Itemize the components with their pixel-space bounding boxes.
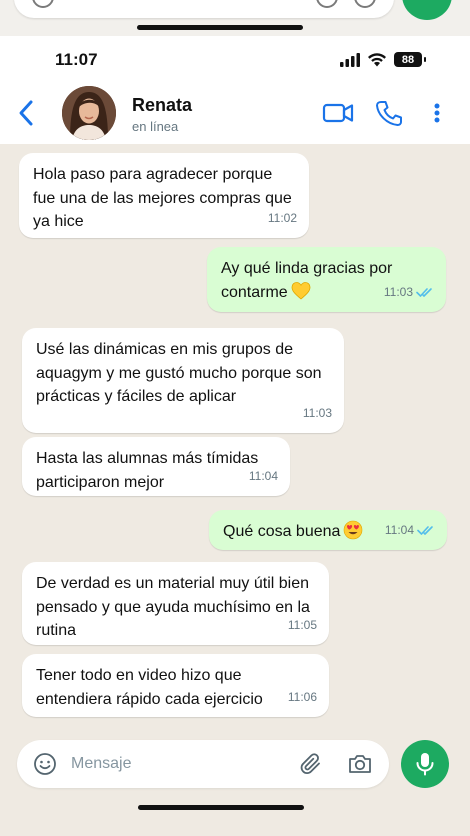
- input-bar: [0, 732, 470, 836]
- status-bar: 11:07 88: [0, 36, 470, 84]
- emoji-icon[interactable]: [33, 752, 57, 776]
- yellow-heart-icon: [291, 281, 311, 300]
- more-vert-icon[interactable]: [432, 98, 442, 128]
- message-text: Hasta las alumnas más tímidas participar…: [36, 450, 259, 491]
- heart-eyes-icon: [344, 520, 363, 540]
- double-check-icon: [416, 287, 432, 297]
- signal-icon: [340, 52, 360, 67]
- previous-camera-icon: [354, 0, 376, 8]
- video-call-icon[interactable]: [322, 98, 354, 128]
- contact-name[interactable]: Renata: [132, 95, 192, 116]
- message-incoming[interactable]: De verdad es un material muy útil bien p…: [22, 562, 329, 645]
- chat-area[interactable]: Hola paso para agradecer porque fue una …: [0, 144, 470, 732]
- message-input[interactable]: [71, 750, 271, 778]
- previous-mic-button: [402, 0, 452, 20]
- chat-header: Renata en línea: [0, 84, 470, 144]
- wifi-icon: [368, 53, 386, 67]
- message-text: Usé las dinámicas en mis grupos de aquag…: [36, 341, 322, 405]
- message-time: 11:06: [287, 689, 317, 704]
- message-outgoing[interactable]: Ay qué linda gracias por contarme 11:03: [207, 247, 446, 312]
- message-time: 11:04: [248, 468, 278, 483]
- message-incoming[interactable]: Tener todo en video hizo que entendiera …: [22, 654, 329, 717]
- message-time: 11:02: [267, 210, 297, 225]
- message-time: 11:03: [383, 284, 413, 299]
- message-input-container: [17, 740, 389, 788]
- back-arrow-icon[interactable]: [14, 98, 38, 128]
- message-time: 11:05: [287, 617, 317, 632]
- status-icons: 88: [340, 52, 426, 67]
- contact-status: en línea: [132, 119, 179, 134]
- message-time: 11:03: [302, 405, 332, 420]
- previous-home-indicator: [137, 25, 303, 30]
- mic-icon: [416, 753, 434, 776]
- message-time: 11:04: [384, 522, 414, 537]
- double-check-icon: [417, 525, 433, 535]
- message-meta: 11:03: [384, 281, 434, 305]
- previous-emoji-icon: [32, 0, 54, 8]
- home-indicator: [138, 805, 304, 810]
- message-text: Tener todo en video hizo que entendiera …: [36, 667, 263, 708]
- camera-icon[interactable]: [347, 752, 373, 776]
- message-meta: 11:04: [385, 519, 435, 543]
- status-time: 11:07: [55, 50, 98, 69]
- battery-icon: 88: [394, 52, 426, 67]
- message-outgoing[interactable]: Qué cosa buena 11:04: [209, 510, 447, 550]
- battery-level: 88: [401, 53, 415, 66]
- previous-attach-icon: [316, 0, 338, 8]
- phone-icon[interactable]: [375, 98, 403, 128]
- attach-icon[interactable]: [299, 752, 323, 776]
- message-incoming[interactable]: Hasta las alumnas más tímidas participar…: [22, 437, 290, 496]
- mic-button[interactable]: [401, 740, 449, 788]
- message-incoming[interactable]: Hola paso para agradecer porque fue una …: [19, 153, 309, 238]
- message-text: Hola paso para agradecer porque fue una …: [33, 166, 292, 230]
- avatar[interactable]: [62, 86, 116, 140]
- previous-screen-fragment: [0, 0, 470, 36]
- message-text: De verdad es un material muy útil bien p…: [36, 575, 310, 639]
- message-incoming[interactable]: Usé las dinámicas en mis grupos de aquag…: [22, 328, 344, 433]
- previous-input-bar: [14, 0, 394, 18]
